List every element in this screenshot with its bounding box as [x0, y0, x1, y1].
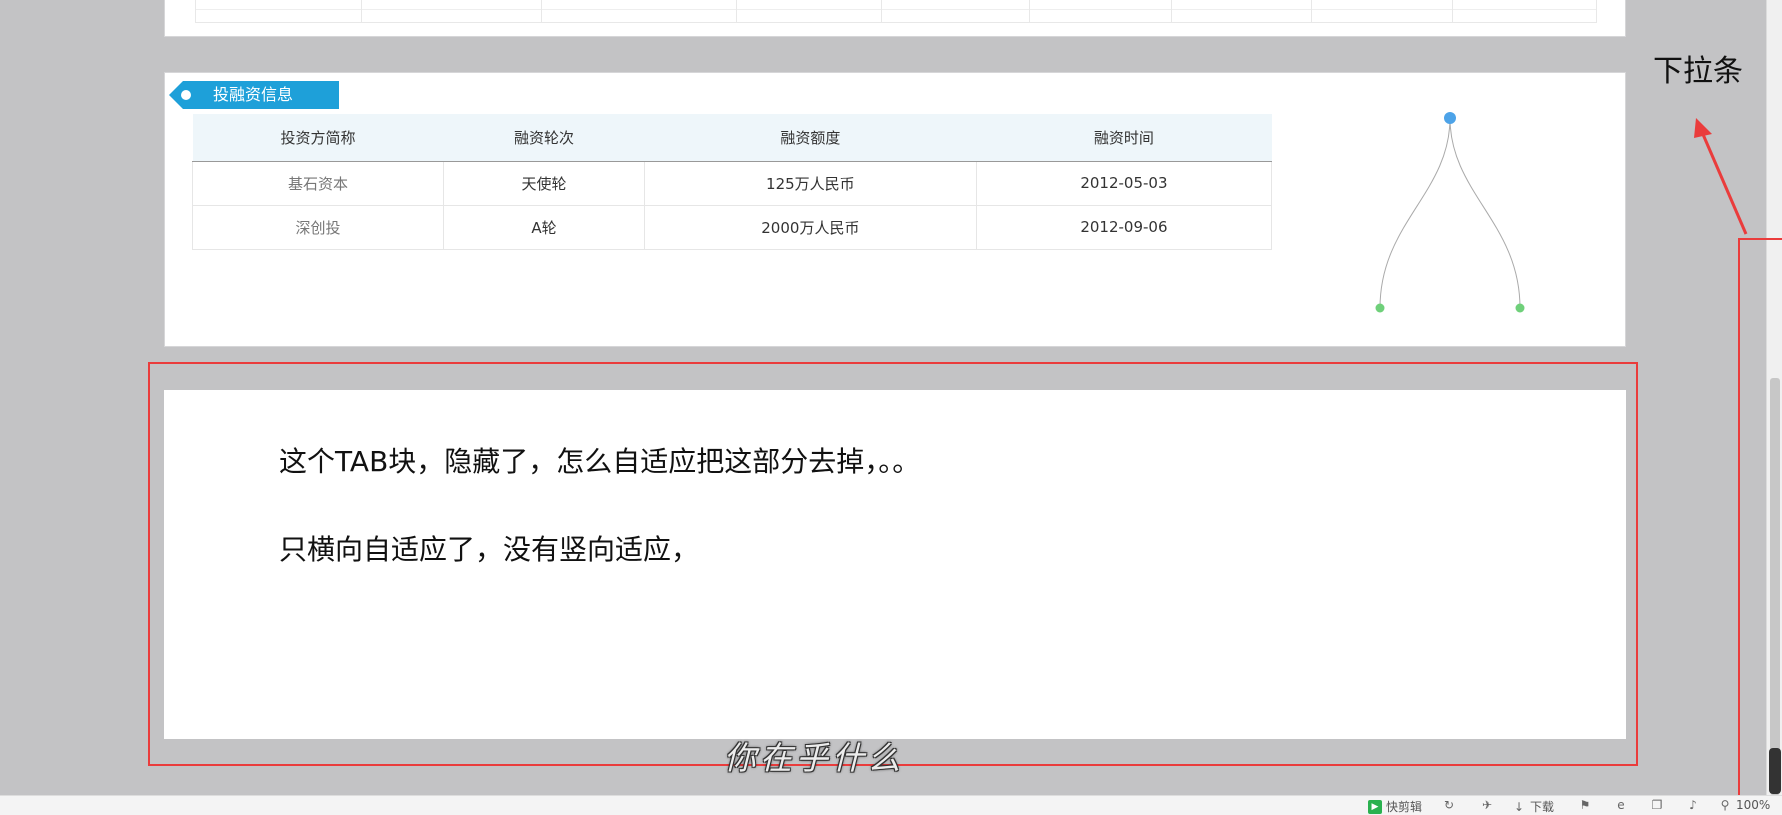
flag-icon: ⚑ — [1579, 798, 1591, 812]
previous-table-grid — [195, 0, 1597, 23]
kuaijianji-label: 快剪辑 — [1386, 800, 1423, 814]
table-row: 深创投 A轮 2000万人民币 2012-09-06 — [191, 204, 1273, 250]
zoom-icon: ⚲ — [1720, 798, 1730, 812]
annotation-arrow-icon — [1694, 118, 1748, 235]
investment-tree-diagram — [1375, 112, 1525, 313]
column-header: 融资时间 — [976, 114, 1272, 162]
refresh-icon: ↻ — [1443, 798, 1455, 812]
pin-button[interactable]: ✈ — [1480, 798, 1494, 812]
section-tag-label: 投融资信息 — [213, 85, 294, 104]
ie-button[interactable]: e — [1614, 798, 1628, 812]
play-icon: ▶ — [1368, 799, 1382, 814]
speaker-icon: ♪ — [1689, 798, 1697, 812]
flag-button[interactable]: ⚑ — [1578, 798, 1592, 812]
date-cell: 2012-09-06 — [975, 204, 1273, 250]
video-caption: 你在乎什么 — [724, 739, 905, 777]
browser-icon: e — [1617, 798, 1625, 812]
investor-cell[interactable]: 深创投 — [191, 204, 445, 250]
tree-root-node — [1444, 112, 1456, 124]
window-button[interactable]: ❐ — [1650, 798, 1664, 812]
investment-info-panel: 投融资信息 投资方简称 融资轮次 融资额度 融资时间 基石资本 天使轮 125万… — [164, 72, 1626, 347]
window-icon: ❐ — [1651, 798, 1663, 812]
tree-branch-left — [1379, 117, 1451, 309]
date-cell: 2012-05-03 — [975, 160, 1273, 206]
annotation-label: 下拉条 — [1653, 54, 1743, 89]
download-label: 下载 — [1530, 800, 1555, 814]
amount-cell: 2000万人民币 — [643, 204, 977, 250]
column-header: 融资额度 — [644, 114, 977, 162]
zoom-level: 100% — [1736, 798, 1771, 812]
tag-dot-icon — [181, 90, 191, 100]
highlight-box — [148, 362, 1638, 766]
kuaijianji-button[interactable]: ▶ 快剪辑 — [1368, 798, 1422, 815]
column-header: 融资轮次 — [443, 114, 645, 162]
scrollbar-highlight-box — [1738, 238, 1782, 808]
table-header-row: 投资方简称 融资轮次 融资额度 融资时间 — [192, 114, 1272, 162]
column-header: 投资方简称 — [192, 114, 444, 162]
previous-section-panel — [164, 0, 1626, 37]
tree-leaf-node — [1375, 303, 1385, 313]
browser-status-bar: ▶ 快剪辑 ↻ ✈ ↓ 下载 ⚑ e ❐ ♪ ⚲ 100% — [0, 795, 1782, 815]
tree-leaf-node — [1515, 303, 1525, 313]
volume-button[interactable]: ♪ — [1686, 798, 1700, 812]
refresh-button[interactable]: ↻ — [1442, 798, 1456, 812]
investor-cell[interactable]: 基石资本 — [191, 160, 445, 206]
pin-icon: ✈ — [1481, 798, 1493, 812]
investment-table: 投资方简称 融资轮次 融资额度 融资时间 基石资本 天使轮 125万人民币 20… — [191, 114, 1273, 250]
section-tag: 投融资信息 — [169, 81, 339, 109]
download-button[interactable]: ↓ 下载 — [1512, 798, 1554, 815]
amount-cell: 125万人民币 — [643, 160, 977, 206]
download-icon: ↓ — [1513, 799, 1525, 814]
table-row: 基石资本 天使轮 125万人民币 2012-05-03 — [191, 160, 1273, 206]
round-cell: 天使轮 — [443, 160, 645, 206]
tree-branch-right — [1449, 117, 1521, 309]
zoom-control[interactable]: ⚲ 100% — [1718, 798, 1771, 812]
round-cell: A轮 — [443, 204, 645, 250]
